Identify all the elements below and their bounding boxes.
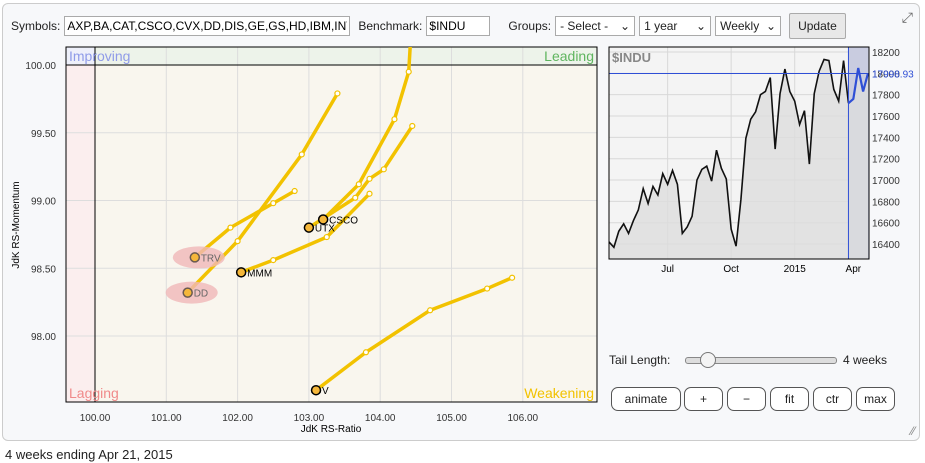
tail-point <box>427 307 434 314</box>
bm-y-tick: 17200 <box>872 155 900 166</box>
bm-x-tick: Oct <box>723 264 739 275</box>
x-tick-label: 102.00 <box>222 413 253 424</box>
leading-quadrant <box>95 47 597 65</box>
x-tick-label: 100.00 <box>80 413 111 424</box>
tail-point <box>509 274 516 281</box>
tail-point <box>270 257 277 264</box>
head-utx <box>303 222 315 233</box>
x-tick-label: 104.00 <box>365 413 396 424</box>
bm-y-tick: 16800 <box>872 197 900 208</box>
chevron-down-icon: ⌄ <box>696 19 707 33</box>
tail-point <box>323 233 330 241</box>
head-mmm <box>235 267 247 278</box>
bm-x-tick: 2015 <box>784 264 807 275</box>
label-mmm: MMM <box>247 268 272 279</box>
tail-length-slider[interactable] <box>685 352 837 368</box>
x-tick-label: 105.00 <box>436 413 467 424</box>
tail-point <box>366 175 373 182</box>
interval-value: Weekly <box>720 19 760 33</box>
label-trv: TRV <box>201 253 221 264</box>
tail-point <box>355 181 362 188</box>
bm-y-tick: 16600 <box>872 219 900 230</box>
quadrant-label-weakening: Weakening <box>524 385 594 401</box>
bm-y-tick: 17600 <box>872 112 900 123</box>
tail-point <box>484 285 491 292</box>
resize-handle-icon[interactable]: ⁄⁄ <box>911 424 915 438</box>
quadrant-label-improving: Improving <box>69 48 130 64</box>
tail-point <box>391 116 398 123</box>
tail-point <box>291 187 298 195</box>
label-dd: DD <box>194 289 208 300</box>
last-value-label: 17998.93 <box>872 69 914 80</box>
quadrant-label-lagging: Lagging <box>69 385 119 401</box>
tail-point <box>362 349 370 356</box>
fit-button[interactable]: fit <box>770 387 809 411</box>
bm-y-tick: 16400 <box>872 240 900 251</box>
chevron-down-icon: ⌄ <box>766 19 777 33</box>
tail-point <box>270 200 277 207</box>
tail-point <box>234 238 241 245</box>
tail-length-label: Tail Length: <box>609 353 671 367</box>
tail-point <box>405 68 412 75</box>
head-v <box>310 384 322 396</box>
zoom-in-button[interactable]: + <box>684 387 723 411</box>
bm-title: $INDU <box>612 50 651 65</box>
tail-point <box>334 90 341 97</box>
benchmark-chart: 1820018000178001760017400172001700016800… <box>608 46 914 275</box>
quadrant-label-leading: Leading <box>544 48 594 64</box>
tail-point <box>366 190 373 197</box>
x-tick-label: 103.00 <box>294 413 325 424</box>
bm-y-tick: 17400 <box>872 133 900 144</box>
period-select[interactable]: 1 year ⌄ <box>639 16 712 36</box>
x-axis-label: JdK RS-Ratio <box>301 424 362 435</box>
y-axis-label: JdK RS-Momentum <box>11 181 22 268</box>
tail-point <box>380 166 387 173</box>
center-button[interactable]: ctr <box>813 387 852 411</box>
y-tick-label: 99.50 <box>31 129 56 140</box>
bm-y-tick: 18200 <box>872 48 900 59</box>
rrg-chart: 100.00 101.00 102.00 103.00 104.00 105.00 106.… <box>11 8 598 435</box>
bm-x-tick: Apr <box>846 264 862 275</box>
max-button[interactable]: max <box>856 387 895 411</box>
bm-y-tick: 17000 <box>872 176 900 187</box>
y-tick-label: 100.00 <box>25 61 56 72</box>
update-button[interactable]: Update <box>789 13 846 39</box>
interval-select[interactable]: Weekly ⌄ <box>715 16 782 36</box>
expand-icon[interactable]: ⤢ <box>902 9 913 26</box>
chevron-down-icon: ⌄ <box>620 19 631 33</box>
y-tick-label: 99.00 <box>31 197 56 208</box>
tail-point <box>352 194 359 201</box>
head-dd <box>182 287 193 298</box>
bm-x-tick: Jul <box>661 264 674 275</box>
slider-handle[interactable] <box>699 352 716 368</box>
tail-point <box>410 8 415 13</box>
animate-button[interactable]: animate <box>611 387 681 411</box>
tail-point <box>298 151 305 158</box>
period-value: 1 year <box>644 19 678 33</box>
rrg-panel: Symbols: Benchmark: Groups: - Select -⌄ … <box>2 3 920 441</box>
lagging-quadrant <box>66 65 95 402</box>
label-v: V <box>322 386 329 397</box>
zoom-out-button[interactable]: − <box>727 387 766 411</box>
tail-point <box>409 122 416 130</box>
x-tick-label: 101.00 <box>151 413 182 424</box>
x-tick-label: 106.00 <box>508 413 539 424</box>
footer-caption: 4 weeks ending Apr 21, 2015 <box>5 447 173 462</box>
tail-point <box>227 224 234 231</box>
tail-length-value: 4 weeks <box>843 353 888 367</box>
head-trv <box>189 252 201 263</box>
bm-y-tick: 17800 <box>872 91 900 102</box>
label-utx: UTX <box>315 224 335 235</box>
y-tick-label: 98.00 <box>31 332 56 343</box>
y-tick-label: 98.50 <box>31 264 56 275</box>
